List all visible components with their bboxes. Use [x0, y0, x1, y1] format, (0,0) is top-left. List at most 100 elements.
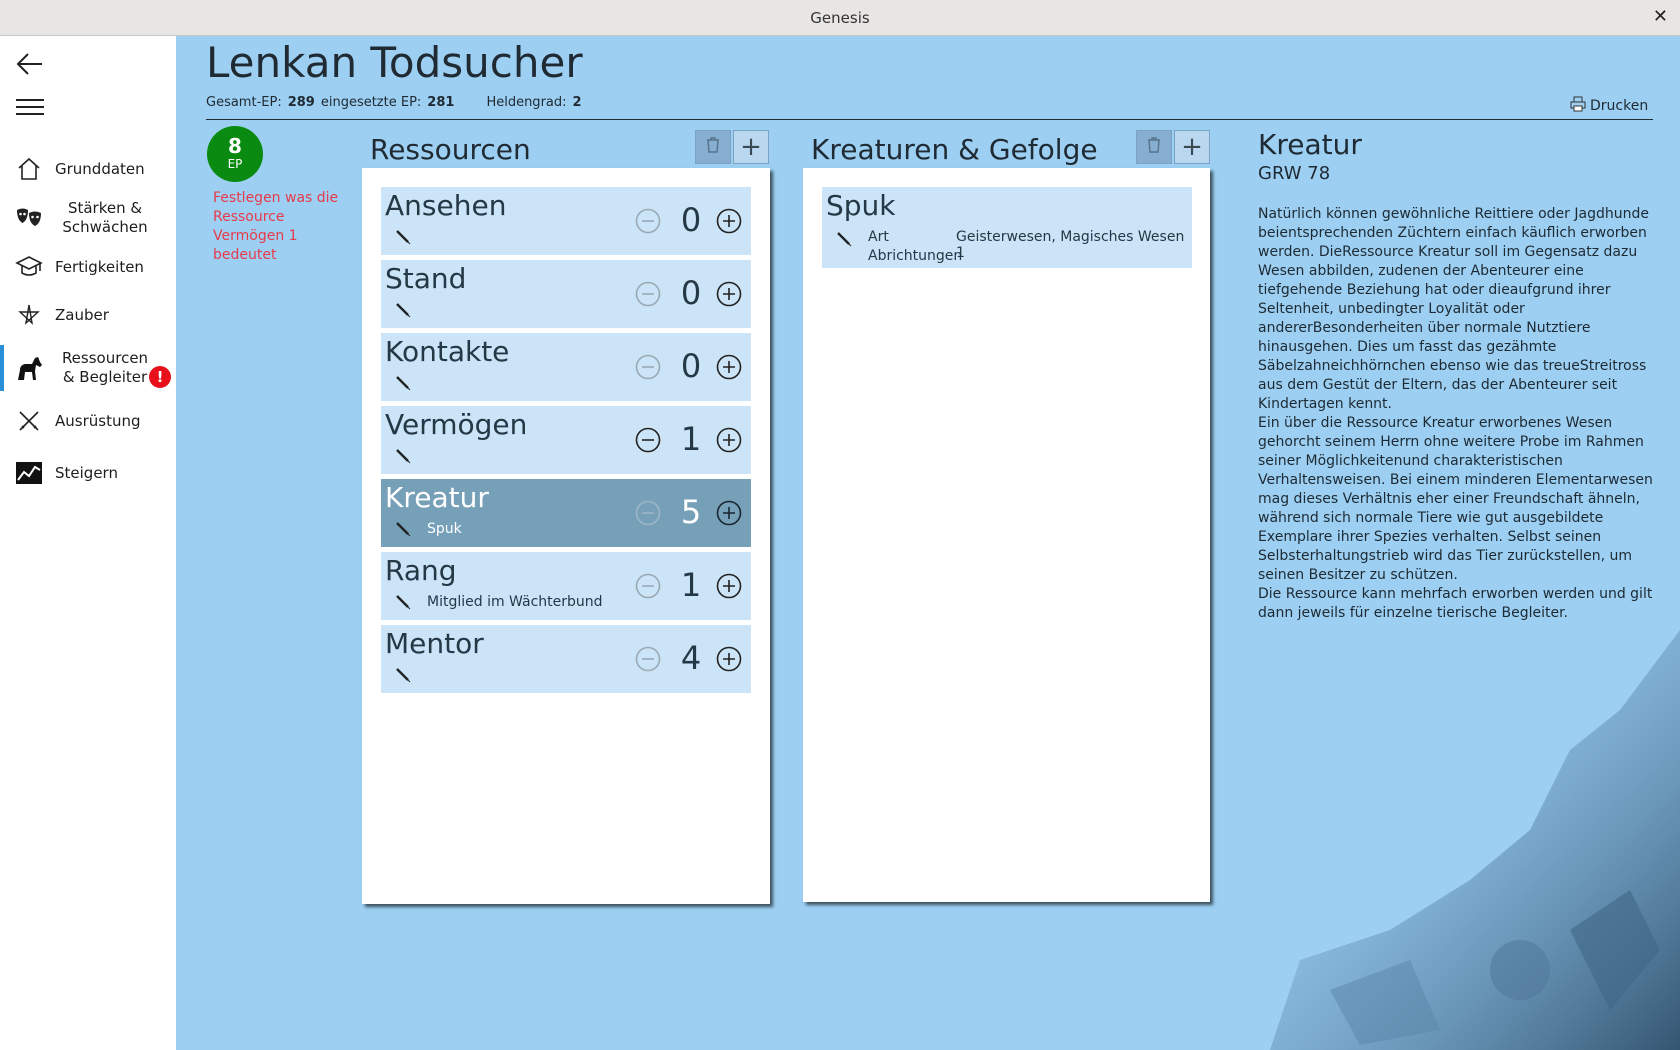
delete-creature-button[interactable] [1136, 130, 1172, 164]
increase-button[interactable] [715, 426, 743, 454]
print-button[interactable]: Drucken [1570, 96, 1648, 116]
pencil-icon[interactable] [395, 521, 411, 537]
resource-value: 0 [680, 201, 702, 239]
sidebar-item-label: Steigern [55, 463, 118, 482]
sidebar-item-ausruestung[interactable]: Ausrüstung [0, 396, 176, 446]
increase-button[interactable] [715, 280, 743, 308]
delete-resource-button[interactable] [695, 130, 731, 164]
resource-value: 1 [680, 420, 702, 458]
back-arrow-icon[interactable] [14, 48, 46, 80]
resource-row-ansehen[interactable]: Ansehen 0 [381, 187, 751, 255]
resource-name: Vermögen [385, 408, 528, 441]
pencil-icon[interactable] [395, 448, 411, 464]
alert-badge: ! [149, 366, 171, 388]
creatures-title: Kreaturen & Gefolge [811, 133, 1098, 166]
increase-button[interactable] [715, 207, 743, 235]
resource-value: 0 [680, 347, 702, 385]
sidebar: Grunddaten Stärken & Schwächen Fertigkei… [0, 36, 176, 1050]
pencil-icon[interactable] [395, 594, 411, 610]
warning-message: Festlegen was die Ressource Vermögen 1 b… [213, 190, 339, 263]
detail-title: Kreatur [1258, 128, 1362, 161]
sidebar-item-label: Fertigkeiten [55, 257, 144, 276]
pencil-icon[interactable] [836, 231, 852, 247]
sidebar-item-grunddaten[interactable]: Grunddaten [0, 144, 176, 194]
pencil-icon[interactable] [395, 667, 411, 683]
plus-icon: + [1181, 132, 1203, 162]
remaining-ep-label: EP [227, 157, 243, 171]
sidebar-item-steigern[interactable]: Steigern [0, 448, 176, 498]
sidebar-item-label: Stärken & Schwächen [62, 199, 148, 236]
resource-value: 0 [680, 274, 702, 312]
window-titlebar: Genesis ✕ [0, 0, 1680, 36]
masks-icon [14, 203, 44, 233]
character-name: Lenkan Todsucher [206, 38, 583, 87]
increase-button[interactable] [715, 645, 743, 673]
resource-row-mentor[interactable]: Mentor 4 [381, 625, 751, 693]
resources-title: Ressourcen [370, 133, 531, 166]
creatures-panel [803, 168, 1210, 902]
eingesetzte-ep-label: eingesetzte EP: [320, 95, 422, 110]
heldengrad-label: Heldengrad: [486, 95, 567, 110]
remaining-ep-value: 8 [228, 134, 242, 158]
resource-row-stand[interactable]: Stand 0 [381, 260, 751, 328]
resource-name: Stand [385, 262, 467, 295]
creature-name: Spuk [826, 189, 896, 222]
pencil-icon[interactable] [395, 229, 411, 245]
eingesetzte-ep-value: 281 [427, 95, 455, 110]
decrease-button[interactable] [634, 207, 662, 235]
gesamt-ep-value: 289 [287, 95, 315, 110]
header-divider [206, 119, 1653, 120]
increase-button[interactable] [715, 499, 743, 527]
chart-icon [14, 458, 44, 488]
detail-reference: GRW 78 [1258, 163, 1331, 184]
creature-art-value: Geisterwesen, Magisches Wesen 1 [956, 229, 1185, 261]
printer-icon [1570, 96, 1586, 116]
heldengrad-value: 2 [572, 95, 582, 110]
resource-row-vermoegen[interactable]: Vermögen 1 [381, 406, 751, 474]
decrease-button[interactable] [634, 353, 662, 381]
detail-paragraph: Die Ressource kann mehrfach erworben wer… [1258, 586, 1653, 621]
pencil-icon[interactable] [395, 302, 411, 318]
resource-name: Ansehen [385, 189, 507, 222]
decrease-button[interactable] [634, 426, 662, 454]
home-icon [14, 154, 44, 184]
crossed-swords-icon [14, 406, 44, 436]
add-creature-button[interactable]: + [1174, 130, 1210, 164]
graduation-cap-icon [14, 252, 44, 282]
detail-paragraph: Ein über die Ressource Kreatur erworbene… [1258, 415, 1653, 583]
sidebar-item-fertigkeiten[interactable]: Fertigkeiten [0, 242, 176, 292]
creature-art-label: Art [868, 229, 889, 245]
increase-button[interactable] [715, 572, 743, 600]
increase-button[interactable] [715, 353, 743, 381]
trash-icon [1147, 137, 1161, 157]
detail-paragraph: Natürlich können gewöhnliche Reittiere o… [1258, 206, 1649, 412]
creature-abrichtungen-label: Abrichtungen [868, 248, 963, 264]
sidebar-item-zauber[interactable]: Zauber [0, 290, 176, 340]
gesamt-ep-label: Gesamt-EP: [206, 95, 282, 110]
resource-value: 5 [680, 493, 702, 531]
ep-summary: Gesamt-EP: 289 eingesetzte EP: 281 Helde… [206, 95, 582, 110]
resource-row-kreatur[interactable]: Kreatur Spuk 5 [381, 479, 751, 547]
resource-name: Kontakte [385, 335, 510, 368]
decrease-button[interactable] [634, 572, 662, 600]
resource-value: 1 [680, 566, 702, 604]
sidebar-item-ressourcen-begleiter[interactable]: Ressourcen & Begleiter ! [0, 343, 176, 393]
pencil-icon[interactable] [395, 375, 411, 391]
sidebar-item-staerken-schwaechen[interactable]: Stärken & Schwächen [0, 193, 176, 243]
add-resource-button[interactable]: + [733, 130, 769, 164]
resource-value: 4 [680, 639, 702, 677]
decrease-button[interactable] [634, 280, 662, 308]
creature-row-spuk[interactable]: Spuk Art Geisterwesen, Magisches Wesen 1… [822, 187, 1192, 268]
close-icon[interactable]: ✕ [1653, 7, 1668, 27]
resource-row-rang[interactable]: Rang Mitglied im Wächterbund 1 [381, 552, 751, 620]
decrease-button[interactable] [634, 499, 662, 527]
trash-icon [706, 137, 720, 157]
resource-name: Kreatur [385, 481, 489, 514]
decrease-button[interactable] [634, 645, 662, 673]
resource-row-kontakte[interactable]: Kontakte 0 [381, 333, 751, 401]
horse-icon [14, 353, 44, 383]
sidebar-item-label: Grunddaten [55, 159, 145, 178]
resource-name: Mentor [385, 627, 484, 660]
hamburger-menu-icon[interactable] [14, 92, 46, 122]
resource-description: Mitglied im Wächterbund [427, 594, 603, 610]
